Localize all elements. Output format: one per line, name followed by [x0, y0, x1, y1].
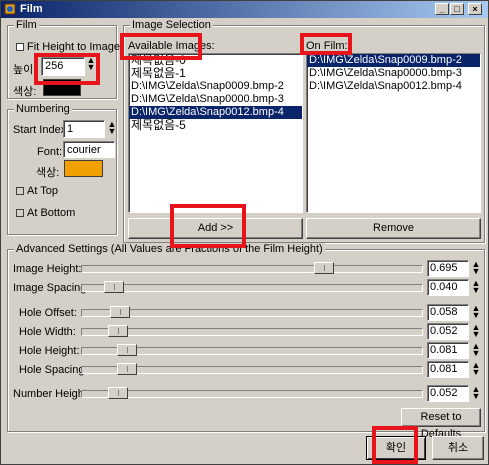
- cancel-button[interactable]: 취소: [432, 436, 484, 460]
- advanced-row-spinner[interactable]: ▲ ▼: [471, 385, 481, 401]
- advanced-row-value[interactable]: 0.058: [427, 304, 469, 321]
- available-images-list[interactable]: 제목없음-0 제목없음-1 D:\IMG\Zelda\Snap0009.bmp-2 D…: [128, 53, 303, 213]
- film-color-swatch[interactable]: [43, 79, 81, 96]
- advanced-row-value[interactable]: 0.695: [427, 260, 469, 277]
- title-bar[interactable]: Film _ □ ×: [1, 1, 488, 18]
- advanced-row-label: Image Height:: [13, 263, 82, 275]
- advanced-row-spinner[interactable]: ▲ ▼: [471, 279, 481, 295]
- advanced-row-slider[interactable]: [81, 281, 423, 293]
- advanced-row-value[interactable]: 0.052: [427, 323, 469, 340]
- advanced-row-slider[interactable]: [81, 387, 423, 399]
- slider-thumb[interactable]: [314, 262, 334, 274]
- advanced-row-slider[interactable]: [81, 344, 423, 356]
- ok-button[interactable]: 확인: [366, 436, 426, 460]
- at-top-label: At Top: [27, 185, 58, 197]
- advanced-row-slider[interactable]: [81, 363, 423, 375]
- advanced-row-slider[interactable]: [81, 325, 423, 337]
- number-color-label: 색상:: [36, 167, 60, 179]
- number-color-swatch[interactable]: [64, 160, 103, 177]
- film-group-title: Film: [14, 19, 39, 31]
- start-index-label: Start Index:: [13, 124, 70, 136]
- at-top-checkbox[interactable]: [16, 187, 24, 195]
- at-bottom-checkbox[interactable]: [16, 209, 24, 217]
- reset-defaults-button[interactable]: Reset to Defaults: [401, 408, 481, 440]
- advanced-row-spinner[interactable]: ▲ ▼: [471, 260, 481, 276]
- slider-thumb[interactable]: [110, 306, 130, 318]
- numbering-group-title: Numbering: [14, 103, 72, 115]
- list-item[interactable]: 제목없음-1: [129, 67, 302, 80]
- slider-thumb[interactable]: [104, 281, 124, 293]
- advanced-row-label: Hole Width:: [19, 326, 76, 338]
- maximize-icon[interactable]: □: [450, 3, 464, 15]
- advanced-row-value[interactable]: 0.040: [427, 279, 469, 296]
- list-item[interactable]: D:\IMG\Zelda\Snap0009.bmp-2: [129, 80, 302, 93]
- advanced-row-label: Number Height:: [13, 388, 91, 400]
- slider-thumb[interactable]: [108, 387, 128, 399]
- on-film-label: On Film:: [306, 40, 348, 52]
- advanced-row-spinner[interactable]: ▲ ▼: [471, 323, 481, 339]
- height-label: 높이:: [13, 64, 37, 76]
- slider-thumb[interactable]: [108, 325, 128, 337]
- advanced-row-label: Hole Offset:: [19, 307, 77, 319]
- remove-button[interactable]: Remove: [306, 218, 481, 239]
- advanced-row-slider[interactable]: [81, 262, 423, 274]
- advanced-row-spinner[interactable]: ▲ ▼: [471, 361, 481, 377]
- list-item[interactable]: D:\IMG\Zelda\Snap0009.bmp-2: [307, 54, 480, 67]
- advanced-row-label: Hole Spacing:: [19, 364, 88, 376]
- height-input[interactable]: 256: [41, 57, 85, 76]
- on-film-list[interactable]: D:\IMG\Zelda\Snap0009.bmp-2 D:\IMG\Zelda\…: [306, 53, 481, 213]
- add-button[interactable]: Add >>: [128, 218, 303, 239]
- film-color-label: 색상:: [13, 86, 37, 98]
- advanced-row-spinner[interactable]: ▲ ▼: [471, 304, 481, 320]
- font-input[interactable]: courier: [63, 141, 115, 158]
- window-title: Film: [20, 3, 43, 15]
- list-item[interactable]: D:\IMG\Zelda\Snap0012.bmp-4: [307, 80, 480, 93]
- fit-height-label: Fit Height to Images: [27, 41, 126, 53]
- advanced-settings-title: Advanced Settings (All Values are Fracti…: [14, 243, 325, 255]
- list-item[interactable]: D:\IMG\Zelda\Snap0000.bmp-3: [129, 93, 302, 106]
- advanced-row-label: Image Spacing:: [13, 282, 90, 294]
- fit-height-checkbox[interactable]: [16, 43, 24, 51]
- slider-thumb[interactable]: [117, 363, 137, 375]
- list-item[interactable]: 제목없음-5: [129, 119, 302, 132]
- height-spinner[interactable]: ▲ ▼: [86, 56, 96, 72]
- list-item[interactable]: D:\IMG\Zelda\Snap0000.bmp-3: [307, 67, 480, 80]
- minimize-icon[interactable]: _: [435, 3, 449, 15]
- advanced-row-value[interactable]: 0.081: [427, 361, 469, 378]
- image-selection-title: Image Selection: [130, 19, 213, 31]
- advanced-settings-group: Advanced Settings (All Values are Fracti…: [7, 243, 485, 432]
- advanced-row-value[interactable]: 0.052: [427, 385, 469, 402]
- available-images-label: Available Images:: [128, 40, 215, 52]
- close-icon[interactable]: ×: [468, 3, 482, 15]
- start-index-input[interactable]: 1: [63, 120, 105, 138]
- advanced-row-slider[interactable]: [81, 306, 423, 318]
- film-app-icon: [4, 3, 16, 15]
- advanced-row-label: Hole Height:: [19, 345, 80, 357]
- font-label: Font:: [37, 146, 63, 158]
- start-index-spinner[interactable]: ▲ ▼: [107, 120, 117, 136]
- advanced-row-spinner[interactable]: ▲ ▼: [471, 342, 481, 358]
- at-bottom-label: At Bottom: [27, 207, 76, 219]
- advanced-row-value[interactable]: 0.081: [427, 342, 469, 359]
- slider-thumb[interactable]: [117, 344, 137, 356]
- film-dialog: Film _ □ × Film Fit Height to Images 높이:…: [0, 0, 489, 465]
